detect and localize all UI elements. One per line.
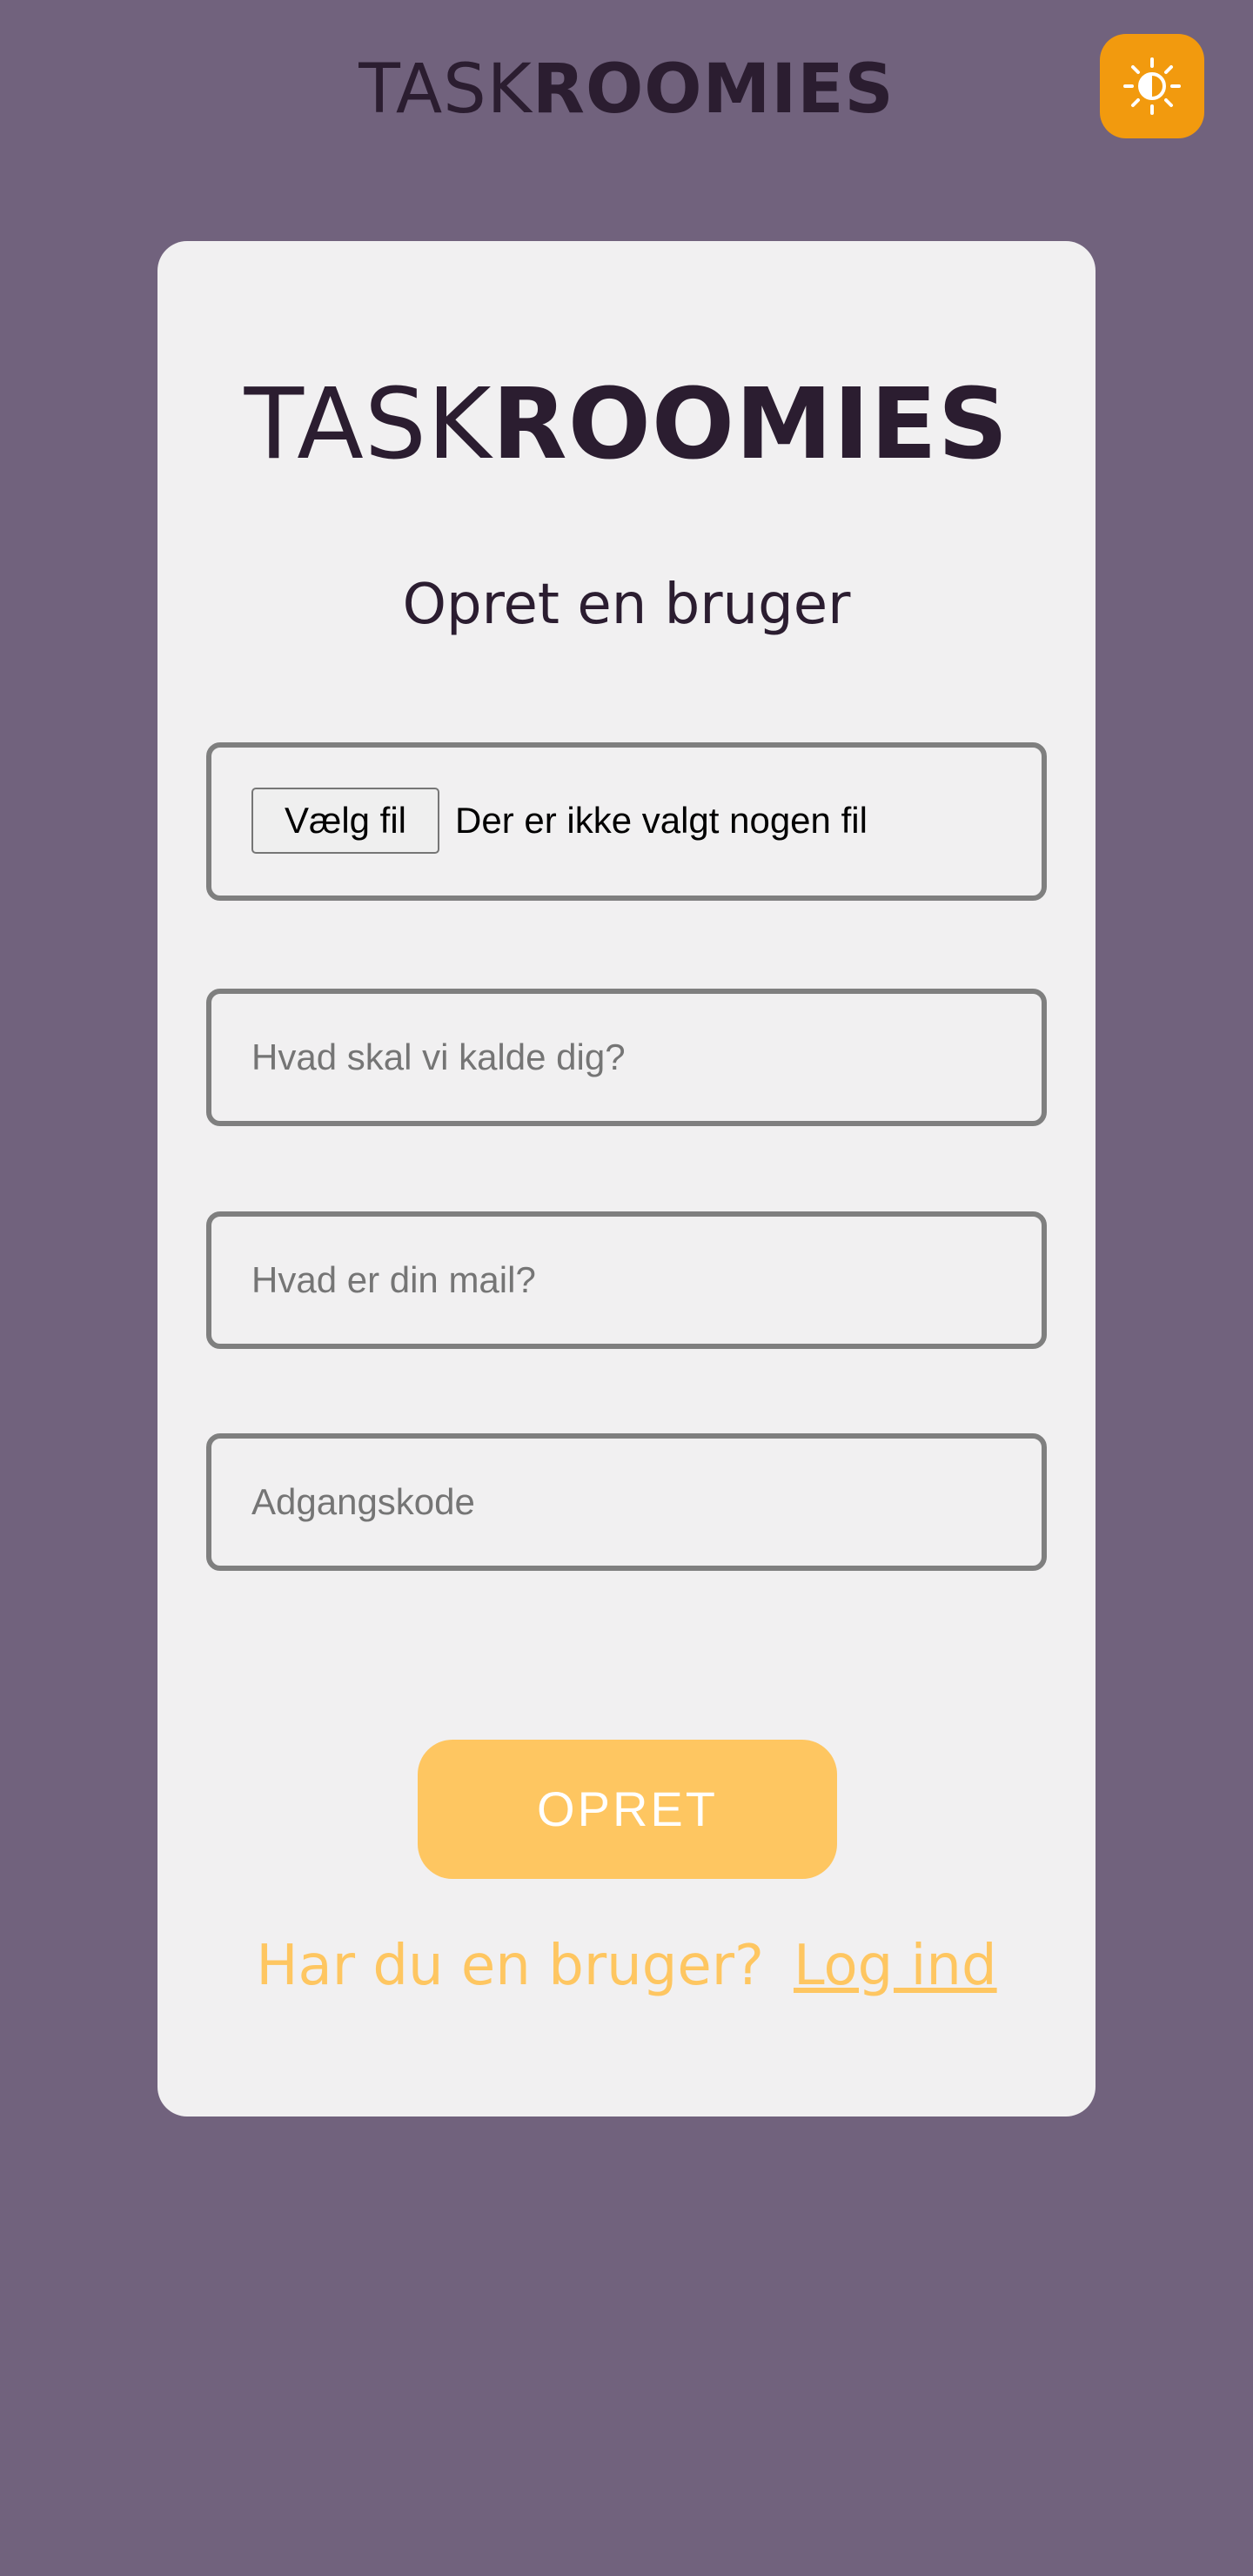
header-logo-bold: ROOMIES	[532, 50, 895, 129]
choose-file-button[interactable]: Vælg fil	[251, 788, 439, 854]
login-link[interactable]: Log ind	[794, 1934, 997, 1998]
theme-toggle-button[interactable]	[1100, 34, 1204, 138]
password-input[interactable]	[251, 1439, 1000, 1566]
email-field-box	[206, 1211, 1047, 1349]
page-title: Opret en bruger	[402, 573, 851, 637]
header-logo-light: TASK	[358, 50, 533, 129]
login-prompt-row: Har du en bruger? Log ind	[157, 1931, 1096, 2001]
file-status-text: Der er ikke valgt nogen fil	[455, 800, 868, 841]
header-logo: TASKROOMIES	[0, 50, 1253, 129]
password-field-box	[206, 1433, 1047, 1571]
card-logo-bold: ROOMIES	[492, 368, 1009, 481]
name-field-box	[206, 989, 1047, 1126]
card-logo-light: TASK	[244, 368, 492, 481]
email-input[interactable]	[251, 1217, 1000, 1344]
profile-image-field: Vælg fil Der er ikke valgt nogen fil	[206, 742, 1047, 901]
card-logo: TASKROOMIES	[157, 368, 1096, 481]
signup-card: TASKROOMIES Opret en bruger Vælg fil Der…	[157, 241, 1096, 2116]
sun-icon	[1123, 57, 1181, 115]
create-account-button[interactable]: OPRET	[418, 1740, 837, 1879]
login-prompt-text: Har du en bruger?	[256, 1934, 764, 1998]
name-input[interactable]	[251, 994, 1000, 1121]
